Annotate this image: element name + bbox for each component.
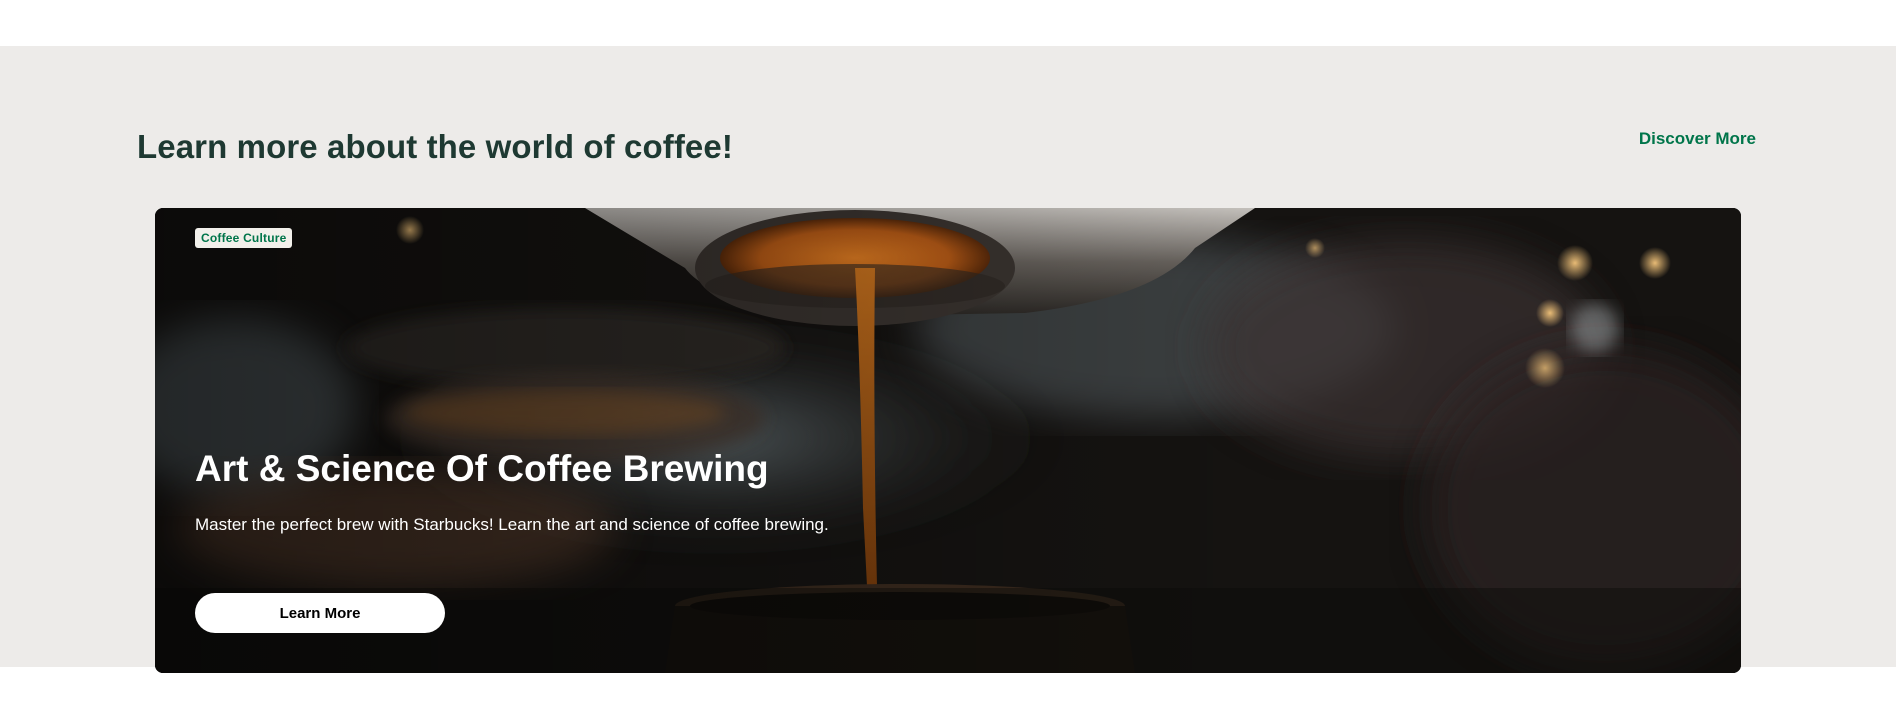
card-heading: Art & Science Of Coffee Brewing: [195, 448, 769, 489]
feature-card[interactable]: Coffee Culture Art & Science Of Coffee B…: [155, 208, 1741, 673]
section-title: Learn more about the world of coffee!: [137, 128, 733, 165]
card-description: Master the perfect brew with Starbucks! …: [195, 515, 829, 534]
learn-more-button[interactable]: Learn More: [195, 593, 445, 633]
coffee-learning-section: Learn more about the world of coffee! Di…: [0, 46, 1896, 673]
discover-more-link[interactable]: Discover More: [1639, 129, 1756, 149]
category-tag: Coffee Culture: [195, 228, 293, 248]
